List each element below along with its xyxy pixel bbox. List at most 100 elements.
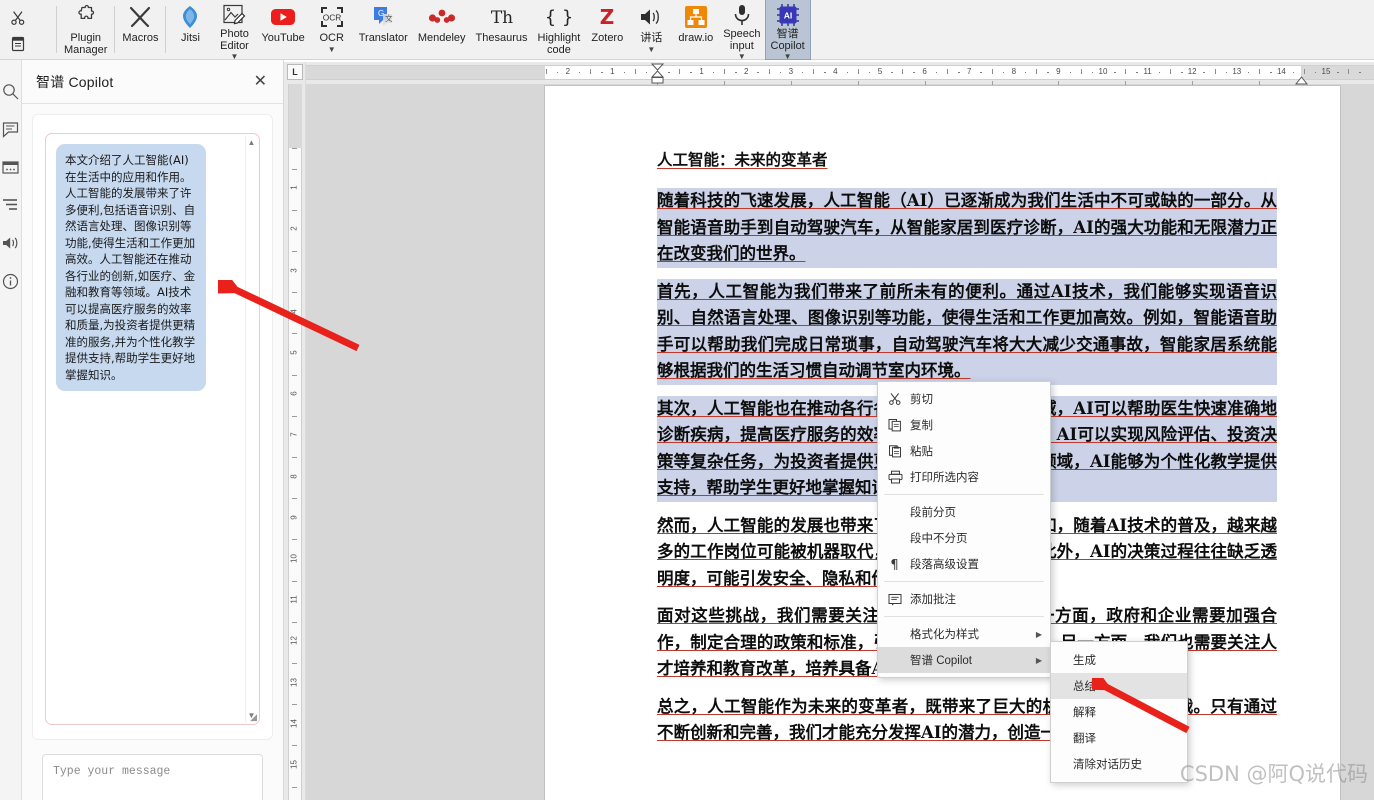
ruler-tab-stop[interactable] — [991, 81, 993, 85]
ruler-tick — [292, 663, 297, 664]
ruler-dot — [556, 71, 559, 73]
cut-icon[interactable] — [6, 5, 30, 31]
info-icon[interactable] — [2, 272, 20, 290]
ruler-dot — [1359, 71, 1361, 73]
ruler-dot — [757, 71, 759, 73]
indent-markers-left[interactable] — [650, 63, 665, 84]
ruler-tab-stop[interactable] — [790, 81, 792, 85]
context-menu-item-cut[interactable]: 剪切 — [878, 386, 1050, 412]
toolbar-youtube[interactable]: YouTube — [256, 0, 309, 59]
ruler-dot — [1314, 71, 1317, 73]
ruler-dot — [779, 71, 782, 73]
toolbar-ocr[interactable]: OCR OCR ▼ — [310, 0, 354, 59]
copilot-panel-title: 智谱 Copilot — [36, 73, 114, 90]
youtube-icon — [270, 3, 296, 31]
drawio-icon — [684, 3, 708, 31]
toolbar-jitsi[interactable]: Jitsi — [168, 0, 212, 59]
message-input-wrapper[interactable]: Type your message ◢ — [42, 754, 263, 800]
ruler-dot — [1002, 71, 1005, 73]
chevron-down-icon[interactable]: ▼ — [784, 53, 792, 61]
chevron-down-icon[interactable]: ▼ — [738, 53, 746, 61]
toolbar-item-label: Photo Editor — [220, 28, 249, 52]
context-menu-item-page-break-before[interactable]: 段前分页 — [878, 499, 1050, 525]
ruler-tab-stop[interactable] — [723, 81, 725, 85]
context-menu-label: 段前分页 — [910, 507, 956, 519]
chevron-down-icon[interactable]: ▼ — [647, 45, 655, 53]
context-menu-label: 段落高级设置 — [910, 559, 979, 571]
copilot-panel-body: 本文介绍了人工智能(AI)在生活中的应用和作用。人工智能的发展带来了许多便利,包… — [22, 104, 283, 800]
context-menu[interactable]: 剪切 复制 粘贴 打印所选内容 段前分页 段中不分页 ¶ 段落高级设置 添加批注… — [877, 381, 1051, 678]
copy-icon[interactable] — [6, 31, 30, 57]
toolbar-thesaurus[interactable]: Th Thesaurus — [471, 0, 533, 59]
context-menu-item-paragraph-advanced[interactable]: ¶ 段落高级设置 — [878, 551, 1050, 577]
speaker-icon — [638, 3, 664, 31]
navigation-icon[interactable] — [2, 158, 20, 176]
context-menu-label: 剪切 — [910, 394, 933, 406]
comment-icon[interactable] — [2, 120, 20, 138]
ruler-tab-stop[interactable] — [1058, 81, 1060, 85]
toolbar-speak[interactable]: 讲话 ▼ — [629, 0, 673, 59]
tab-stop-selector[interactable]: L — [287, 64, 303, 80]
ruler-number: 13 — [289, 677, 299, 687]
vertical-ruler[interactable]: L 1 2 3 4 5 6 7 8 9 10 11 12 13 14 15 — [284, 62, 306, 800]
copilot-submenu[interactable]: 生成 总结 解释 翻译 清除对话历史 — [1050, 641, 1188, 783]
resize-grip-icon[interactable]: ◢ — [250, 712, 257, 723]
search-icon[interactable] — [2, 82, 20, 100]
outline-icon[interactable] — [2, 196, 20, 214]
context-menu-item-zhipu-copilot[interactable]: 智谱 Copilot ▶ — [878, 647, 1050, 673]
toolbar-zotero[interactable]: Z Zotero — [585, 0, 629, 59]
read-aloud-icon[interactable] — [2, 234, 20, 252]
context-menu-item-format-as-style[interactable]: 格式化为样式 ▶ — [878, 621, 1050, 647]
ruler-tick — [292, 621, 297, 623]
context-menu-divider — [884, 581, 1044, 582]
toolbar-drawio[interactable]: draw.io — [673, 0, 718, 59]
context-menu-item-paste[interactable]: 粘贴 — [878, 438, 1050, 464]
ruler-tab-stop[interactable] — [857, 81, 859, 85]
document-paragraph[interactable]: 随着科技的飞速发展，人工智能（AI）已逐渐成为我们生活中不可或缺的一部分。从智能… — [657, 188, 1277, 268]
submenu-label: 总结 — [1073, 681, 1096, 693]
context-menu-item-print-selection[interactable]: 打印所选内容 — [878, 464, 1050, 490]
chat-scroll-area[interactable]: 本文介绍了人工智能(AI)在生活中的应用和作用。人工智能的发展带来了许多便利,包… — [45, 133, 260, 725]
scroll-up-icon[interactable]: ▲ — [248, 138, 256, 147]
toolbar-zhipu-copilot[interactable]: AI 智谱 Copilot ▼ — [764, 0, 811, 61]
toolbar-photo-editor[interactable]: Photo Editor ▼ — [212, 0, 256, 61]
toolbar-item-label: Zotero — [591, 32, 624, 44]
ruler-tick — [292, 457, 297, 458]
chevron-down-icon[interactable]: ▼ — [328, 45, 336, 53]
svg-text:{ }: { } — [545, 7, 573, 28]
submenu-item-generate[interactable]: 生成 — [1051, 647, 1187, 673]
close-icon[interactable]: ✕ — [250, 72, 271, 92]
ruler-dot — [868, 71, 871, 73]
ruler-tab-stop[interactable] — [1259, 81, 1261, 85]
toolbar-mendeley[interactable]: Mendeley — [413, 0, 471, 59]
ruler-tab-stop[interactable] — [1125, 81, 1127, 85]
toolbar-highlight-code[interactable]: { } Highlight code — [533, 0, 586, 59]
ruler-tick — [292, 168, 297, 170]
toolbar-translator[interactable]: G文 Translator — [354, 0, 413, 59]
scissors-icon — [888, 392, 910, 406]
context-menu-item-keep-lines-together[interactable]: 段中不分页 — [878, 525, 1050, 551]
context-menu-divider — [884, 494, 1044, 495]
toolbar-plugin-manager[interactable]: Plugin Manager — [59, 0, 112, 59]
toolbar-item-label: Macros — [122, 32, 159, 44]
submenu-item-clear-history[interactable]: 清除对话历史 — [1051, 751, 1187, 777]
indent-marker-right[interactable] — [1294, 73, 1309, 85]
submenu-item-explain[interactable]: 解释 — [1051, 699, 1187, 725]
toolbar-item-label: Speech input — [723, 28, 761, 52]
ai-chip-icon: AI — [776, 3, 800, 27]
context-menu-item-add-comment[interactable]: 添加批注 — [878, 586, 1050, 612]
toolbar-speech-input[interactable]: Speech input ▼ — [718, 0, 765, 61]
submenu-item-translate[interactable]: 翻译 — [1051, 725, 1187, 751]
ruler-tab-stop[interactable] — [1192, 81, 1194, 85]
toolbar-macros[interactable]: Macros — [117, 0, 163, 59]
ruler-number: 10 — [1098, 67, 1108, 76]
watermark-text: CSDN @阿Q说代码 — [1179, 762, 1368, 786]
chat-scrollbar[interactable]: ▲ ▼ — [245, 136, 257, 722]
context-menu-item-copy[interactable]: 复制 — [878, 412, 1050, 438]
ruler-tab-stop[interactable] — [924, 81, 926, 85]
horizontal-ruler[interactable]: 2 1 1 2 3 4 5 6 7 8 9 10 11 12 13 14 15 — [306, 62, 1374, 85]
chevron-down-icon[interactable]: ▼ — [231, 53, 239, 61]
ruler-number: 5 — [289, 350, 299, 355]
document-paragraph[interactable]: 首先，人工智能为我们带来了前所未有的便利。通过AI技术，我们能够实现语音识别、自… — [657, 278, 1277, 385]
submenu-item-summarize[interactable]: 总结 — [1051, 673, 1187, 699]
